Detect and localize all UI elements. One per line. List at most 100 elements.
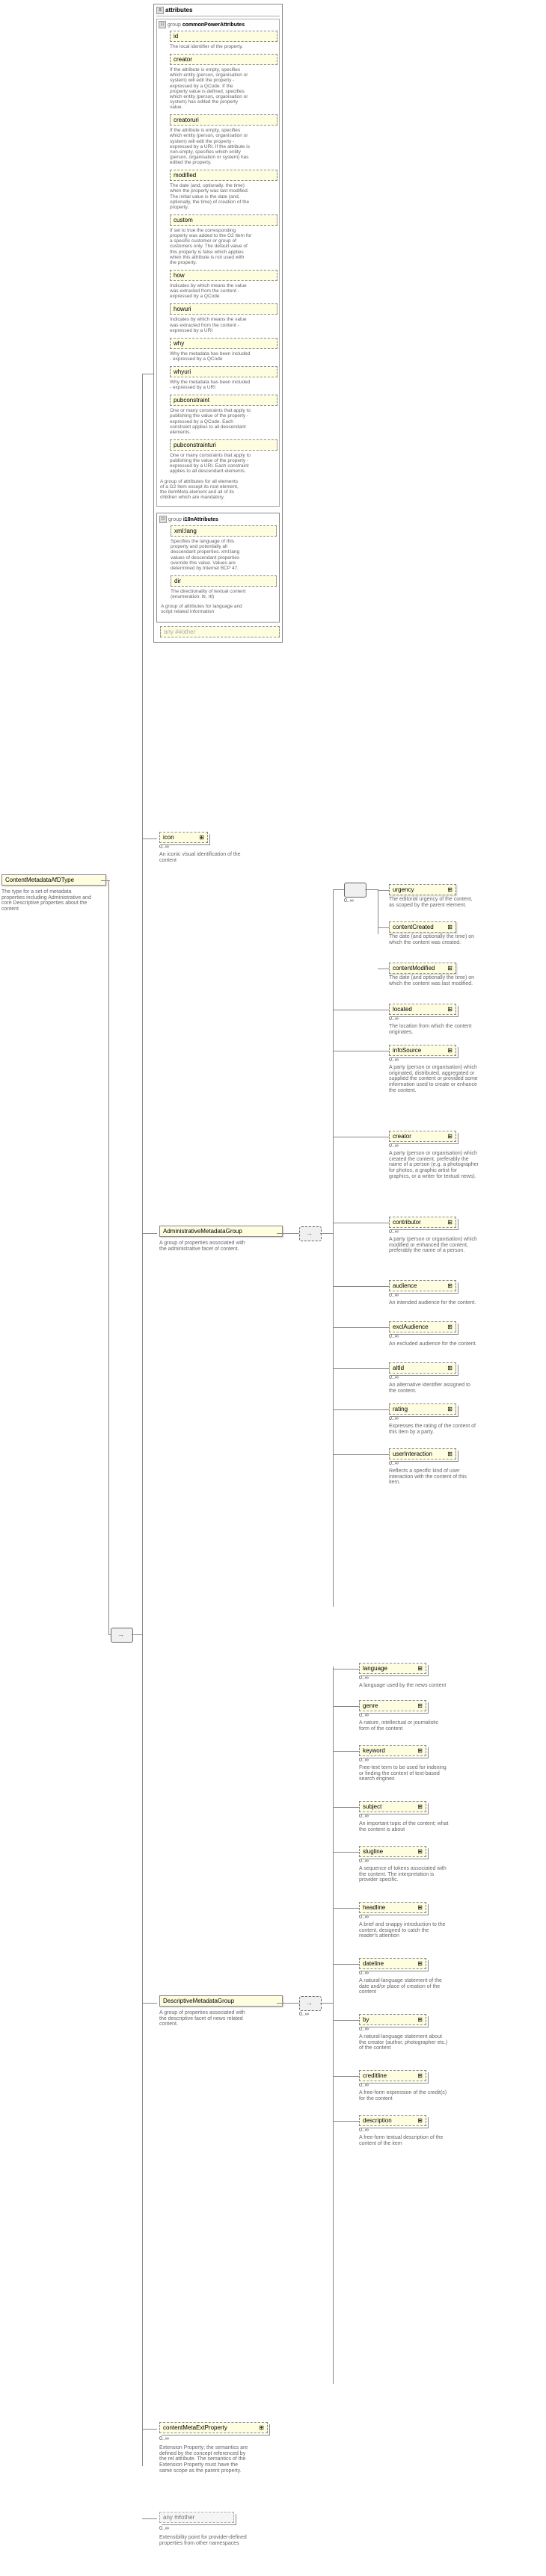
any2-name: any ##other [163, 2514, 194, 2521]
conn-root-vert [108, 880, 109, 1635]
desc-dateline: A natural-language statement of the date… [359, 1978, 449, 1995]
desc-genre: A nature, intellectual or journalistic f… [359, 1720, 449, 1732]
conn-by [333, 2020, 359, 2021]
any-other-attr: any ##other [160, 626, 280, 637]
node-infoSource: infoSource ⊞ [389, 1045, 456, 1056]
conn-admin-choice [333, 889, 344, 890]
multi-audience: 0..∞ [389, 1293, 399, 1298]
desc-group-name: DescriptiveMetadataGroup [163, 1998, 234, 2004]
conn-dateline [333, 1964, 359, 1965]
i18n-title: i18nAttributes [183, 517, 218, 522]
desc-creditline: A free-form expression of the credit(s) … [359, 2090, 449, 2101]
attr-desc-creator: If the attribute is empty, specifies whi… [170, 67, 252, 110]
node-contentModified: contentModified ⊞ [389, 963, 456, 974]
node-exclAudience: exclAudience ⊞ [389, 1321, 456, 1332]
root-type-node: ContentMetadataAfDType [1, 874, 106, 886]
any-other-node: any ##other [159, 2512, 234, 2523]
attr-desc-howuri: Indicates by which means the value was e… [170, 317, 252, 333]
icon-multi: 0..∞ [159, 844, 169, 850]
admin-group-node: AdministrativeMetadataGroup [159, 1226, 283, 1237]
attr-group-title: attributes [165, 7, 192, 13]
desc-exclAudience: An excluded audience for the content. [389, 1341, 479, 1347]
desc-subject: An important topic of the content; what … [359, 1821, 449, 1832]
cpa-group-desc: A group of attributes for all elements o… [160, 479, 242, 501]
multi-keyword: 0..∞ [359, 1758, 369, 1763]
conn-desc-out [277, 2003, 299, 2004]
desc-userInteraction: Reflects a specific kind of user interac… [389, 1468, 479, 1486]
multi-contributor: 0..∞ [389, 1229, 399, 1235]
desc-seq-out [320, 2003, 333, 2004]
group-icon-i18n: □ [159, 516, 167, 523]
ext-name: contentMetaExtProperty [163, 2424, 227, 2431]
conn-language [333, 1669, 359, 1670]
attr-pubconstrainturi: pubconstrainturi [170, 439, 277, 451]
root-name: ContentMetadataAfDType [5, 877, 74, 883]
any-other-label-1: any ##other [164, 628, 195, 635]
desc-urgency: The editorial urgency of the content, as… [389, 897, 479, 908]
icon-name: icon [163, 834, 174, 841]
conn-genre [333, 1706, 359, 1707]
admin-name: AdministrativeMetadataGroup [163, 1228, 242, 1235]
attr-modified: modified [170, 170, 277, 181]
attr-desc-why: Why the metadata has been included - exp… [170, 351, 252, 362]
node-genre: genre ⊞ [359, 1700, 426, 1711]
attr-icon: ≡ [156, 7, 164, 14]
i18n-group: □group i18nAttributes xml:langSpecifies … [156, 513, 280, 622]
multi-creator: 0..∞ [389, 1143, 399, 1149]
desc-altId: An alternative identifier assigned to th… [389, 1383, 479, 1394]
group-icon: □ [159, 21, 166, 28]
conn-ext [142, 2429, 157, 2430]
conn-any2 [142, 2518, 157, 2519]
seq-out [132, 1634, 142, 1635]
node-creditline: creditline ⊞ [359, 2070, 426, 2081]
root-sequence [111, 1628, 133, 1643]
desc-seq [299, 1996, 322, 2011]
attr-desc-how: Indicates by which means the value was e… [170, 283, 252, 299]
desc-by: A natural-language statement about the c… [359, 2034, 449, 2051]
conn-slugline [333, 1852, 359, 1853]
attr-whyuri: whyuri [170, 366, 277, 377]
desc-group-node: DescriptiveMetadataGroup [159, 1995, 283, 2007]
conn-urgency [378, 890, 389, 891]
desc-description: A free-form textual description of the c… [359, 2135, 449, 2146]
conn-admin-out [277, 1233, 299, 1234]
desc-slugline: A sequence of tokens associated with the… [359, 1866, 449, 1883]
multi-description: 0..∞ [359, 2128, 369, 2133]
conn-headline [333, 1908, 359, 1909]
admin-seq [299, 1226, 322, 1241]
admin-seq-out [320, 1233, 333, 1234]
conn-admin [142, 1233, 157, 1234]
admin-vert [333, 889, 334, 1607]
admin-choice-out [365, 889, 378, 890]
multi-located: 0..∞ [389, 1016, 399, 1022]
admin-choice-multi: 0..∞ [344, 898, 354, 904]
desc-contentModified: The date (and optionally the time) on wh… [389, 975, 479, 986]
desc-rating: Expresses the rating of the content of t… [389, 1424, 479, 1435]
desc-located: The location from which the content orig… [389, 1024, 479, 1035]
multi-userInteraction: 0..∞ [389, 1461, 399, 1466]
conn-rating [333, 1409, 389, 1410]
cpa-title: commonPowerAttributes [182, 22, 245, 28]
conn-audience [333, 1286, 389, 1287]
admin-desc: A group of properties associated with th… [159, 1241, 249, 1252]
multi-rating: 0..∞ [389, 1416, 399, 1421]
node-contentCreated: contentCreated ⊞ [389, 921, 456, 933]
ext-multi: 0..∞ [159, 2436, 169, 2441]
root-desc: The type for a set of metadata propertie… [1, 889, 91, 912]
conn-root-h [108, 1634, 111, 1635]
node-headline: headline ⊞ [359, 1902, 426, 1913]
node-description: description ⊞ [359, 2115, 426, 2126]
desc-audience: An intended audience for the content. [389, 1300, 479, 1306]
attr-desc-dir: The directionality of textual content (e… [171, 589, 253, 599]
conn-icon [142, 838, 157, 839]
attr-desc-creatoruri: If the attribute is empty, specifies whi… [170, 128, 252, 165]
conn-exclAudience [333, 1327, 389, 1328]
attr-custom: custom [170, 214, 277, 226]
multi-infoSource: 0..∞ [389, 1057, 399, 1063]
attributes-group: ≡attributes □group commonPowerAttributes… [153, 4, 283, 643]
node-audience: audience ⊞ [389, 1280, 456, 1291]
any2-desc: Extensibility point for provider-defined… [159, 2535, 249, 2546]
conn-contentCreated [378, 927, 389, 928]
node-rating: rating ⊞ [389, 1403, 456, 1415]
multi-by: 0..∞ [359, 2027, 369, 2032]
